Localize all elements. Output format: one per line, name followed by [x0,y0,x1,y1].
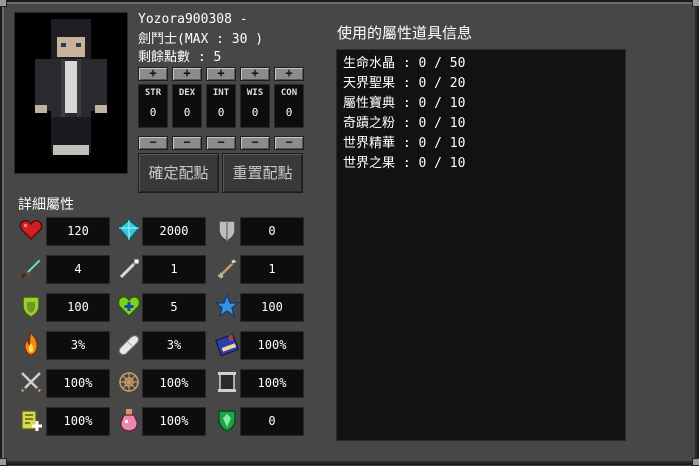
details-title: 詳細屬性 [18,194,74,214]
shield-icon [214,217,240,243]
exp-plus-icon [18,407,44,433]
diamond-icon [116,217,142,243]
stat-con-value: 0 [275,106,303,119]
attribute-item-row: 世界之果 : 0 / 10 [343,152,465,171]
spellbook-icon [214,331,240,357]
sword-icon [18,255,44,281]
attribute-item-row: 奇蹟之粉 : 0 / 10 [343,112,465,131]
frame-corner-tr [692,0,699,7]
attribute-item-row: 天界聖果 : 0 / 20 [343,72,465,91]
stat-con-box: CON 0 [274,84,304,128]
detail-value-1-1: 1 [142,255,206,284]
stat-str-value: 0 [139,106,167,119]
wand-icon [116,255,142,281]
stat-int-box: INT 0 [206,84,236,128]
player-avatar [14,12,128,174]
stat-str-box: STR 0 [138,84,168,128]
stat-int-label: INT [207,88,235,98]
detail-value-0-1: 2000 [142,217,206,246]
stat-dex-label: DEX [173,88,201,98]
detail-value-2-0: 100 [46,293,110,322]
heart-icon [18,217,44,243]
detail-value-2-1: 5 [142,293,206,322]
detail-value-4-2: 100% [240,369,304,398]
increase-int-button[interactable]: + [206,67,236,81]
stat-wis-label: WIS [241,88,269,98]
detail-value-1-0: 4 [46,255,110,284]
attribute-item-row: 世界精華 : 0 / 10 [343,132,465,151]
stat-con-label: CON [275,88,303,98]
detail-value-5-1: 100% [142,407,206,436]
detail-value-0-2: 0 [240,217,304,246]
decrease-dex-button[interactable]: − [172,136,202,150]
arrow-icon [214,255,240,281]
detail-value-0-0: 120 [46,217,110,246]
detail-value-3-2: 100% [240,331,304,360]
scroll-icon [214,369,240,395]
frame-corner-tl [0,0,7,7]
attribute-item-row: 屬性寶典 : 0 / 10 [343,92,465,111]
detail-value-4-0: 100% [46,369,110,398]
increase-wis-button[interactable]: + [240,67,270,81]
remaining-points: 剩餘點數 : 5 [138,46,221,65]
attribute-item-row: 生命水晶 : 0 / 50 [343,52,465,71]
player-skin-icon [15,13,127,173]
player-name: Yozora900308 - [138,12,248,27]
blue-star-icon [214,293,240,319]
detail-value-3-0: 3% [46,331,110,360]
decrease-int-button[interactable]: − [206,136,236,150]
detail-value-5-0: 100% [46,407,110,436]
stat-int-value: 0 [207,106,235,119]
decrease-wis-button[interactable]: − [240,136,270,150]
confirm-points-button[interactable]: 確定配點 [138,153,219,193]
green-heart-plus-icon [116,293,142,319]
items-panel-title: 使用的屬性道具信息 [337,22,472,43]
increase-str-button[interactable]: + [138,67,168,81]
stat-str-label: STR [139,88,167,98]
stat-dex-value: 0 [173,106,201,119]
stat-wis-value: 0 [241,106,269,119]
items-panel: 生命水晶 : 0 / 50天界聖果 : 0 / 20屬性寶典 : 0 / 10奇… [336,49,626,441]
stat-dex-box: DEX 0 [172,84,202,128]
decrease-str-button[interactable]: − [138,136,168,150]
crossed-swords-icon [18,369,44,395]
increase-con-button[interactable]: + [274,67,304,81]
bandage-icon [116,331,142,357]
detail-value-5-2: 0 [240,407,304,436]
detail-value-2-2: 100 [240,293,304,322]
detail-value-1-2: 1 [240,255,304,284]
green-shield-icon [18,293,44,319]
emerald-shield-icon [214,407,240,433]
fire-icon [18,331,44,357]
web-icon [116,369,142,395]
potion-icon [116,407,142,433]
reset-points-button[interactable]: 重置配點 [222,153,303,193]
stat-wis-box: WIS 0 [240,84,270,128]
detail-value-3-1: 3% [142,331,206,360]
detail-value-4-1: 100% [142,369,206,398]
increase-dex-button[interactable]: + [172,67,202,81]
class-label: 劍鬥士(MAX : 30 ) [138,28,263,47]
decrease-con-button[interactable]: − [274,136,304,150]
